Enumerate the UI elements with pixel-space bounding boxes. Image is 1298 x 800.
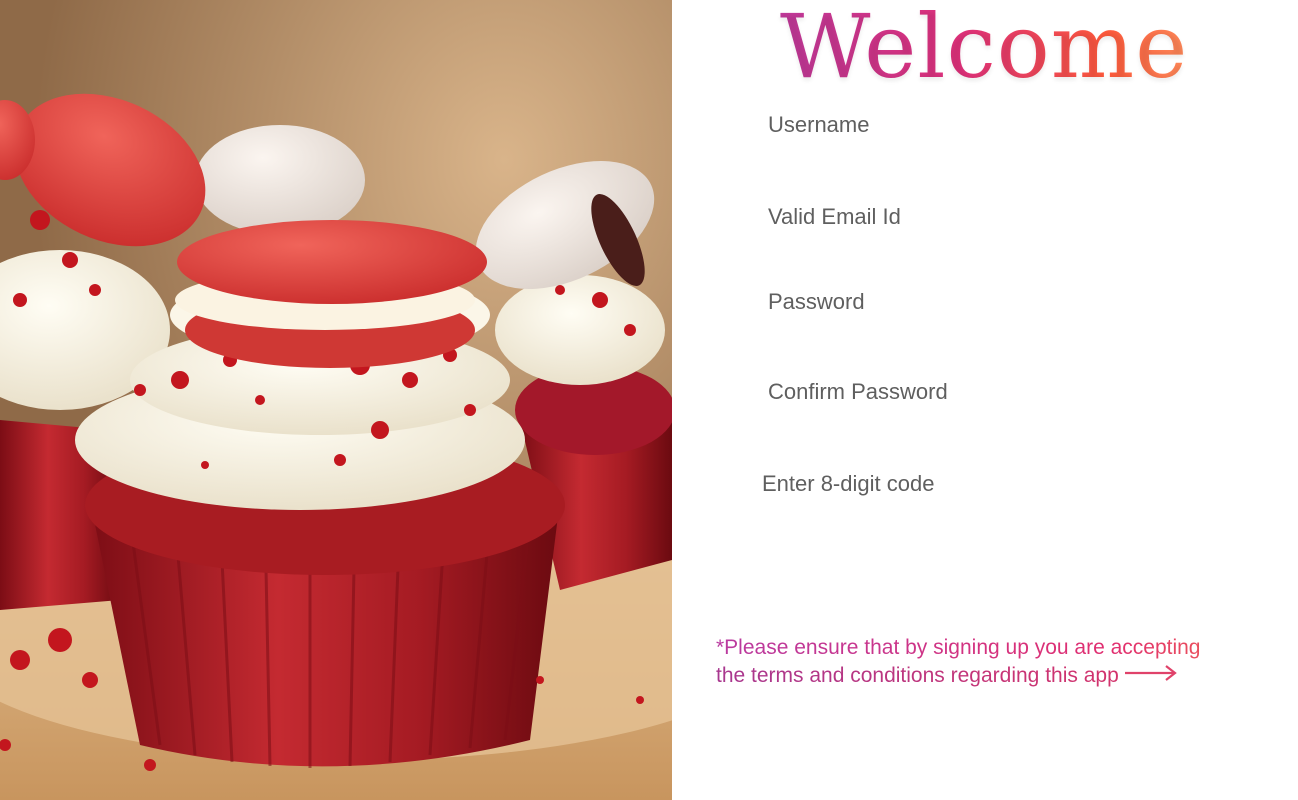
terms-notice: *Please ensure that by signing up you ar… — [716, 634, 1286, 690]
terms-line-2-wrap: the terms and conditions regarding this … — [716, 662, 1286, 690]
welcome-title: Welcome — [780, 0, 1188, 100]
confirm-password-input[interactable] — [768, 372, 1238, 412]
arrow-right-icon-svg — [1124, 665, 1177, 682]
password-input[interactable] — [768, 282, 1238, 322]
signup-form-panel: Welcome *Please ensure that by signing u… — [672, 0, 1298, 800]
cupcake-photo — [0, 0, 672, 800]
username-input[interactable] — [768, 105, 1238, 145]
signup-page: Welcome *Please ensure that by signing u… — [0, 0, 1298, 800]
terms-line-1: *Please ensure that by signing up you ar… — [716, 634, 1286, 662]
terms-line-2: the terms and conditions regarding this … — [716, 664, 1119, 687]
email-input[interactable] — [768, 197, 1238, 237]
verification-code-input[interactable] — [762, 464, 1232, 504]
cupcake-illustration — [0, 0, 672, 800]
arrow-right-icon[interactable] — [1123, 662, 1179, 690]
